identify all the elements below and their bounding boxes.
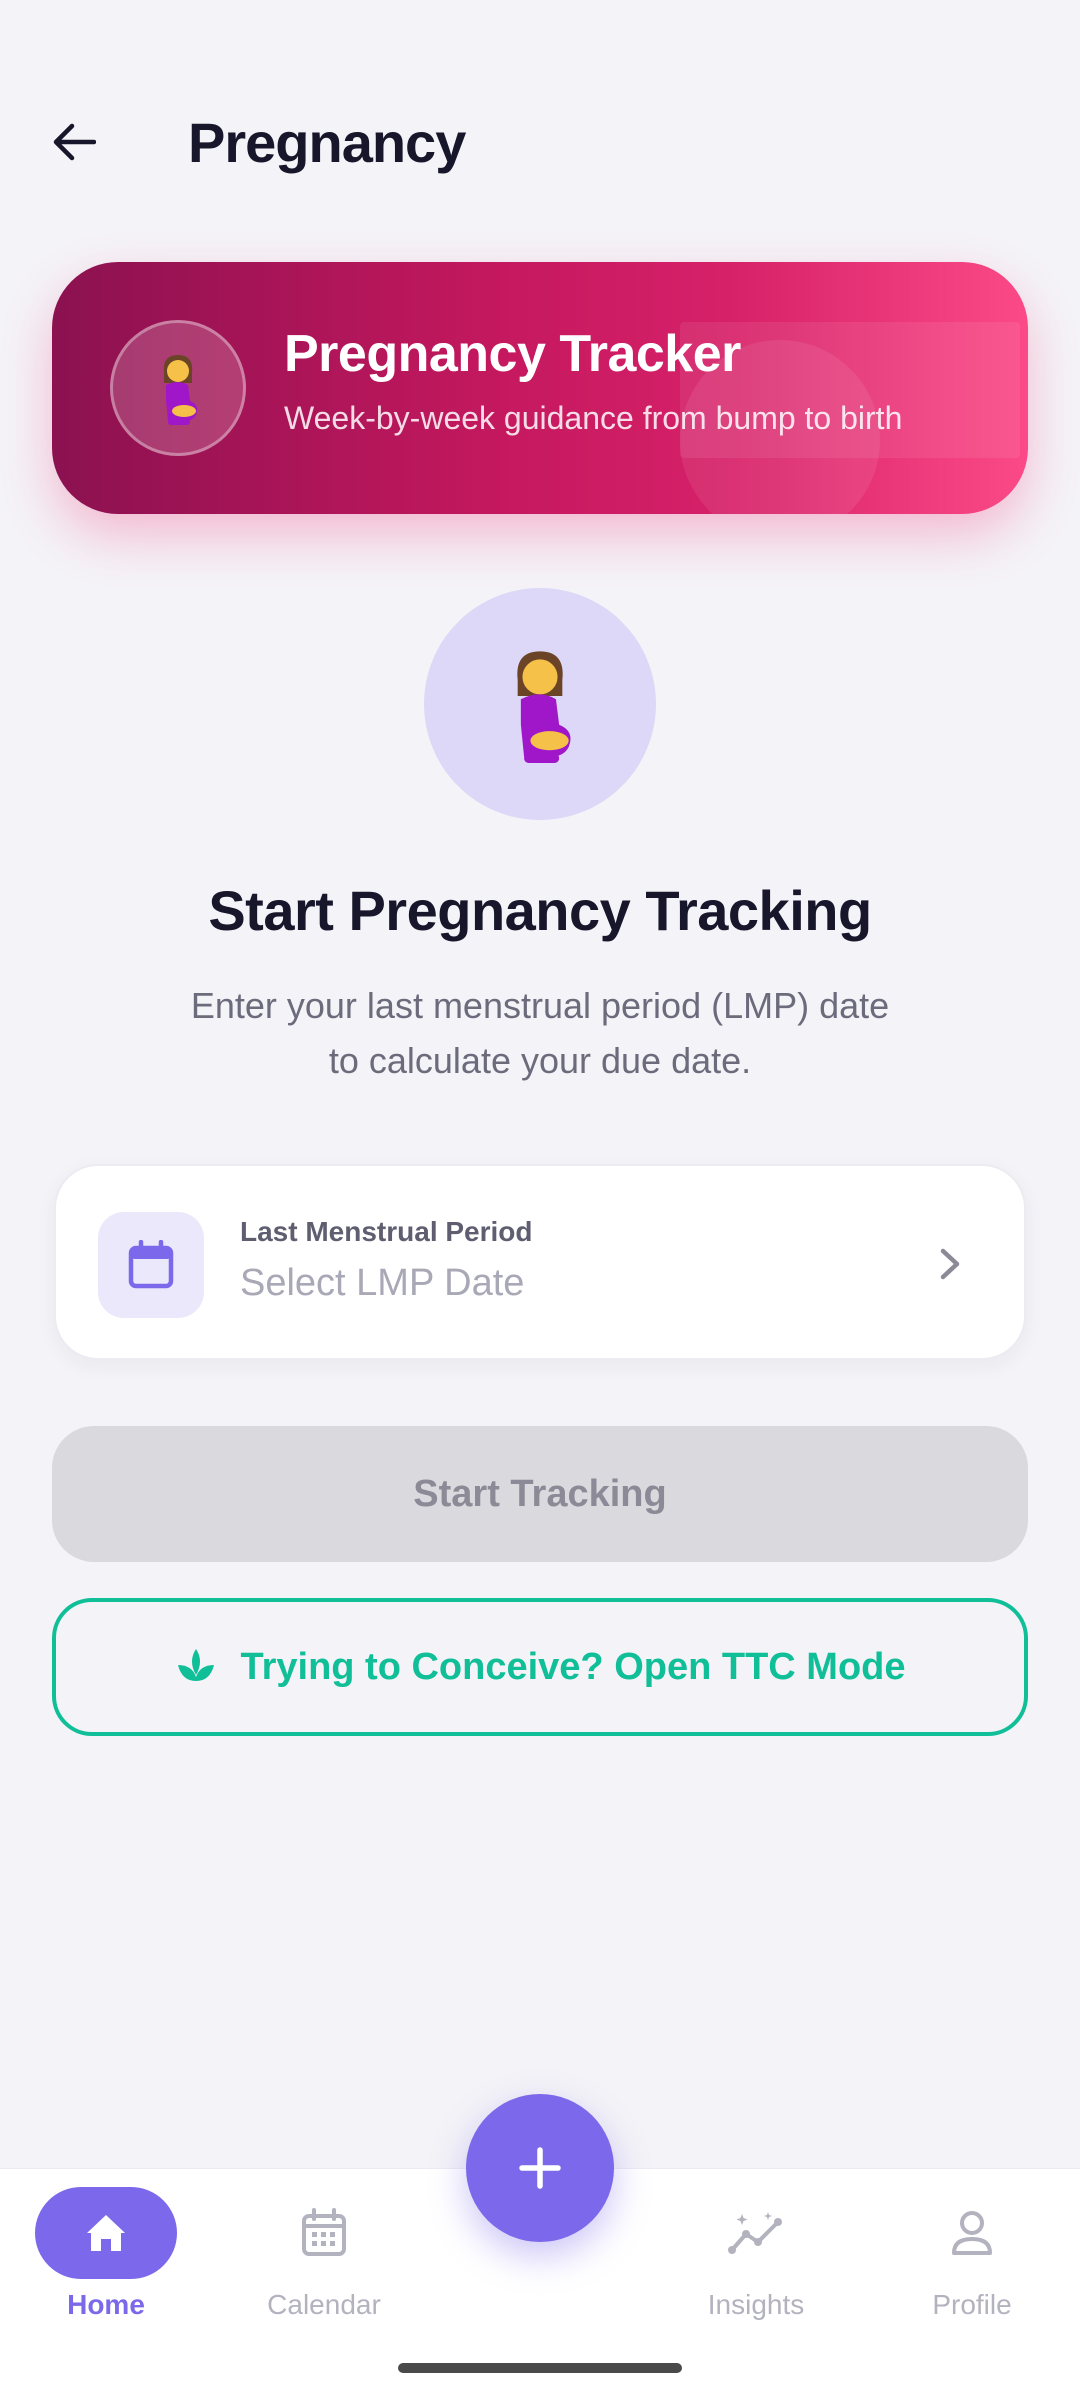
hero-avatar <box>424 588 656 820</box>
ttc-button-label: Trying to Conceive? Open TTC Mode <box>240 1645 906 1688</box>
banner-avatar <box>110 320 246 456</box>
nav-item-calendar[interactable]: Calendar <box>234 2185 414 2345</box>
pregnancy-screen: Pregnancy Pregnancy Tracker Week-by-week… <box>0 0 1080 2400</box>
home-icon <box>87 2215 125 2251</box>
pregnant-woman-icon <box>163 355 198 425</box>
nav-calendar-icon-wrap <box>253 2187 395 2279</box>
banner-subtitle: Week-by-week guidance from bump to birth <box>284 400 903 436</box>
nav-item-insights[interactable]: Insights <box>666 2185 846 2345</box>
hero-description: Enter your last menstrual period (LMP) d… <box>140 978 940 1088</box>
chevron-right-icon <box>926 1240 974 1288</box>
back-button[interactable] <box>38 106 110 178</box>
banner-title: Pregnancy Tracker <box>284 325 741 383</box>
nav-label-home: Home <box>67 2289 145 2320</box>
start-tracking-button[interactable]: Start Tracking <box>52 1426 1028 1562</box>
calendar-icon <box>302 2208 346 2256</box>
insights-icon <box>728 2212 782 2254</box>
hero-description-line-1: Enter your last menstrual period (LMP) d… <box>190 985 890 1026</box>
nav-label-profile: Profile <box>932 2289 1012 2320</box>
page-title: Pregnancy <box>188 111 466 174</box>
calendar-icon <box>128 1240 174 1289</box>
nav-item-profile[interactable]: Profile <box>882 2185 1062 2345</box>
nav-item-home[interactable]: Home <box>16 2185 196 2345</box>
home-indicator[interactable] <box>398 2363 682 2373</box>
profile-icon <box>952 2211 992 2255</box>
pregnancy-tracker-banner: Pregnancy Tracker Week-by-week guidance … <box>52 262 1028 514</box>
nav-label-insights: Insights <box>707 2289 805 2320</box>
lmp-date-selector[interactable]: Last Menstrual Period Select LMP Date <box>54 1164 1026 1360</box>
ttc-mode-button[interactable]: Trying to Conceive? Open TTC Mode <box>52 1598 1028 1736</box>
sprout-icon <box>178 1649 215 1681</box>
lmp-placeholder: Select LMP Date <box>240 1262 525 1304</box>
pregnant-woman-icon <box>517 651 571 763</box>
add-button[interactable] <box>466 2094 614 2242</box>
hero-title: Start Pregnancy Tracking <box>208 879 872 942</box>
hero-description-line-2: to calculate your due date. <box>328 1040 752 1081</box>
nav-profile-icon-wrap <box>901 2187 1043 2279</box>
lmp-label: Last Menstrual Period <box>240 1216 533 1247</box>
nav-label-calendar: Calendar <box>267 2289 381 2320</box>
lmp-icon-box <box>98 1212 204 1318</box>
arrow-left-icon <box>53 123 96 161</box>
nav-home-pill <box>35 2187 177 2279</box>
plus-icon <box>519 2147 561 2189</box>
nav-insights-icon-wrap <box>685 2187 827 2279</box>
